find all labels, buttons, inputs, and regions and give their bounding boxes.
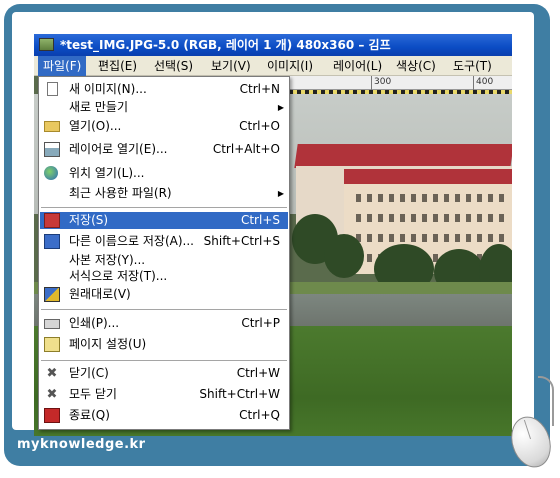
menu-item-label: 사본 저장(Y)... <box>69 253 146 267</box>
photo-windows-row <box>356 194 506 202</box>
title-bar[interactable]: *test_IMG.JPG-5.0 (RGB, 레이어 1 개) 480x360… <box>34 34 512 56</box>
menu-item-page-setup[interactable]: 페이지 설정(U) <box>40 336 288 353</box>
menu-item-shortcut: Ctrl+P <box>241 316 280 330</box>
menu-item-open-location[interactable]: 위치 열기(L)... <box>40 165 288 182</box>
site-watermark: myknowledge.kr <box>17 437 146 452</box>
menu-separator <box>41 207 287 208</box>
menu-item-save-copy[interactable]: 사본 저장(Y)... <box>40 252 288 269</box>
menu-item-close[interactable]: ✖ 닫기(C) Ctrl+W <box>40 365 288 382</box>
menu-tools[interactable]: 도구(T) <box>448 56 497 76</box>
mouse-cord-icon <box>538 376 554 426</box>
submenu-arrow-icon: ▶ <box>277 189 284 198</box>
open-as-layer-icon <box>44 142 60 157</box>
menu-item-shortcut: Ctrl+Q <box>239 408 280 422</box>
globe-icon <box>44 166 58 180</box>
menu-item-open[interactable]: 열기(O)... Ctrl+O <box>40 118 288 135</box>
photo-windows-row <box>356 234 506 242</box>
submenu-arrow-icon: ▶ <box>277 103 284 112</box>
menu-layer[interactable]: 레이어(L) <box>328 56 387 76</box>
close-all-icon: ✖ <box>46 387 58 402</box>
menu-item-label: 저장(S) <box>69 213 109 227</box>
menu-edit[interactable]: 편집(E) <box>93 56 142 76</box>
ruler-tick-300: 300 <box>371 76 391 90</box>
menu-item-label: 다른 이름으로 저장(A)... <box>69 234 194 248</box>
menu-separator <box>41 360 287 361</box>
quit-icon <box>44 408 60 423</box>
save-icon <box>44 213 60 228</box>
menu-item-label: 새 이미지(N)... <box>69 82 147 96</box>
page-setup-icon <box>44 337 60 352</box>
menu-view[interactable]: 보기(V) <box>206 56 256 76</box>
menu-item-label: 인쇄(P)... <box>69 316 120 330</box>
menu-item-save-as[interactable]: 다른 이름으로 저장(A)... Shift+Ctrl+S <box>40 233 288 250</box>
file-menu-dropdown: 새 이미지(N)... Ctrl+N 새로 만들기 ▶ 열기(O)... Ctr… <box>38 76 290 430</box>
photo-tree <box>324 234 364 278</box>
menu-image[interactable]: 이미지(I) <box>262 56 318 76</box>
menu-item-label: 새로 만들기 <box>69 100 129 114</box>
menu-item-save[interactable]: 저장(S) Ctrl+S <box>40 212 288 229</box>
menu-item-shortcut: Shift+Ctrl+W <box>199 387 280 401</box>
menu-item-new-image[interactable]: 새 이미지(N)... Ctrl+N <box>40 81 288 98</box>
menu-item-label: 서식으로 저장(T)... <box>69 269 168 283</box>
menu-item-label: 모두 닫기 <box>69 387 117 401</box>
menu-item-shortcut: Ctrl+O <box>239 119 280 133</box>
menu-item-label: 닫기(C) <box>69 366 109 380</box>
menu-item-label: 종료(Q) <box>69 408 110 422</box>
menu-item-shortcut: Ctrl+N <box>239 82 280 96</box>
menu-item-open-recent[interactable]: 최근 사용한 파일(R) ▶ <box>40 185 288 202</box>
menu-select[interactable]: 선택(S) <box>149 56 198 76</box>
horizontal-ruler[interactable]: 300 400 <box>289 76 512 90</box>
menu-item-print[interactable]: 인쇄(P)... Ctrl+P <box>40 315 288 332</box>
menu-item-label: 열기(O)... <box>69 119 122 133</box>
save-as-icon <box>44 234 60 249</box>
ruler-tick-400: 400 <box>473 76 493 90</box>
open-folder-icon <box>44 121 60 132</box>
menu-colors[interactable]: 색상(C) <box>391 56 441 76</box>
menu-item-save-as-template[interactable]: 서식으로 저장(T)... <box>40 268 288 285</box>
menu-item-shortcut: Shift+Ctrl+S <box>203 234 280 248</box>
menu-item-open-as-layers[interactable]: 레이어로 열기(E)... Ctrl+Alt+O <box>40 141 288 158</box>
menu-item-label: 페이지 설정(U) <box>69 337 147 351</box>
menu-item-create[interactable]: 새로 만들기 ▶ <box>40 99 288 116</box>
menu-bar: 파일(F) 편집(E) 선택(S) 보기(V) 이미지(I) 레이어(L) 색상… <box>34 56 512 76</box>
menu-item-close-all[interactable]: ✖ 모두 닫기 Shift+Ctrl+W <box>40 386 288 403</box>
menu-item-shortcut: Ctrl+S <box>240 213 280 227</box>
photo-roof <box>294 144 512 168</box>
revert-icon <box>44 287 60 302</box>
menu-item-quit[interactable]: 종료(Q) Ctrl+Q <box>40 407 288 424</box>
new-image-icon <box>47 82 58 96</box>
gimp-app-icon <box>39 38 54 51</box>
menu-item-shortcut: Ctrl+Alt+O <box>212 142 280 156</box>
menu-item-revert[interactable]: 원래대로(V) <box>40 286 288 303</box>
menu-item-label: 위치 열기(L)... <box>69 166 145 180</box>
close-icon: ✖ <box>46 366 58 381</box>
menu-item-label: 레이어로 열기(E)... <box>69 142 168 156</box>
menu-file[interactable]: 파일(F) <box>38 56 87 76</box>
photo-windows-row <box>356 214 506 222</box>
menu-separator <box>41 309 287 310</box>
photo-roof-front <box>344 169 512 185</box>
window-title: *test_IMG.JPG-5.0 (RGB, 레이어 1 개) 480x360… <box>60 38 391 52</box>
menu-item-label: 원래대로(V) <box>69 287 131 301</box>
menu-item-label: 최근 사용한 파일(R) <box>69 186 172 200</box>
print-icon <box>44 319 60 329</box>
menu-item-shortcut: Ctrl+W <box>236 366 280 380</box>
